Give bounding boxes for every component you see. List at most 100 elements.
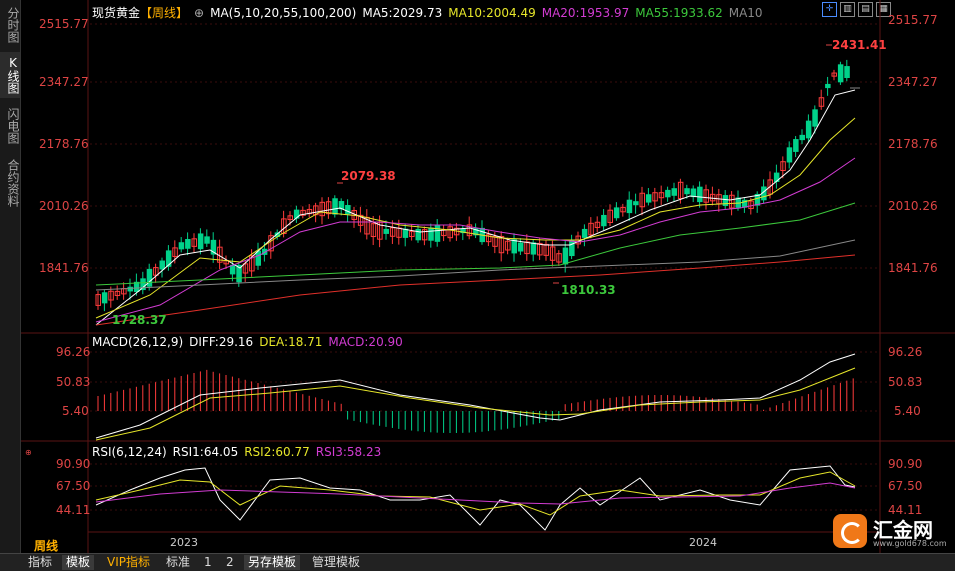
tab-vip-indicators[interactable]: VIP指标 <box>103 555 154 570</box>
macd-tick-right-1: 96.26 <box>888 345 923 359</box>
macd-tick-left-3: 5.40 <box>62 404 89 418</box>
y-tick-left-5: 1841.76 <box>39 261 89 275</box>
rsi-tick-left-3: 44.11 <box>56 503 91 517</box>
macd-tick-left-2: 50.83 <box>56 375 91 389</box>
ma-lines <box>95 89 856 326</box>
candle-body <box>345 205 351 215</box>
candle-body <box>690 188 697 198</box>
candle-body <box>581 228 588 238</box>
tab-flash[interactable]: 闪电图 <box>0 104 20 148</box>
y-tick-left-4: 2010.26 <box>39 199 89 213</box>
tab-indicators[interactable]: 指标 <box>24 555 56 570</box>
candle-body <box>786 147 793 163</box>
y-tick-right-2: 2347.27 <box>888 75 938 89</box>
candle-body <box>255 250 261 266</box>
rsi2-value: RSI2:60.77 <box>244 445 310 459</box>
rsi-title: RSI(6,12,24) <box>92 445 167 459</box>
tab-contract[interactable]: 合约资料 <box>0 154 20 212</box>
macd-title: MACD(26,12,9) <box>92 335 184 349</box>
tab-timeshare[interactable]: 分时图 <box>0 4 20 46</box>
candle-body <box>402 228 409 238</box>
candle-body <box>837 64 844 83</box>
rsi-settings-icon[interactable]: ⊕ <box>25 448 32 457</box>
candle-body <box>613 207 620 219</box>
candle-body <box>428 227 434 241</box>
macd-tick-right-2: 50.83 <box>888 375 923 389</box>
candle-body <box>633 201 639 206</box>
ma55-line <box>95 202 856 286</box>
manage-template-button[interactable]: 管理模板 <box>308 555 364 570</box>
candle-body <box>793 139 799 152</box>
ma200-line <box>95 254 856 326</box>
macd-tick-left-1: 96.26 <box>56 345 91 359</box>
logo-url: www.gold678.com <box>873 539 947 548</box>
tab-2[interactable]: 2 <box>222 555 238 570</box>
save-template-button[interactable]: 另存模板 <box>244 555 301 570</box>
candle-body <box>665 189 671 198</box>
tab-1[interactable]: 1 <box>200 555 216 570</box>
candle-body <box>511 239 517 254</box>
period-selector[interactable]: 周线 <box>34 537 58 554</box>
candle-body <box>517 242 524 252</box>
tab-kline[interactable]: K线图 <box>0 52 20 98</box>
candle-body <box>185 238 191 249</box>
candle-body <box>671 188 677 196</box>
y-tick-left-2: 2347.27 <box>39 75 89 89</box>
candle-body <box>383 228 389 234</box>
candle-body <box>530 242 537 255</box>
tab-standard[interactable]: 标准 <box>162 555 194 570</box>
rsi-header: RSI(6,12,24) RSI1:64.05 RSI2:60.77 RSI3:58.… <box>92 445 387 459</box>
ma20-line <box>95 157 856 323</box>
y-tick-right-4: 2010.26 <box>888 199 938 213</box>
mid-high-annotation: 2079.38 <box>341 169 396 183</box>
candle-body <box>799 134 805 141</box>
candle-body <box>825 83 831 89</box>
candle-body <box>805 120 812 139</box>
y-tick-left-1: 2515.77 <box>39 17 89 31</box>
rsi-lines <box>95 465 856 531</box>
y-tick-right-1: 2515.77 <box>888 13 938 27</box>
y-tick-left-3: 2178.76 <box>39 137 89 151</box>
candle-body <box>229 264 236 275</box>
candle-body <box>697 186 703 203</box>
candle-body <box>844 66 850 78</box>
y-tick-right-3: 2178.76 <box>888 137 938 151</box>
candle-body <box>434 225 441 242</box>
kline-chart[interactable] <box>21 0 955 553</box>
candle-body <box>197 233 204 250</box>
candlesticks <box>95 59 850 312</box>
rsi3-value: RSI3:58.23 <box>315 445 382 459</box>
x-label-2024: 2024 <box>689 536 717 549</box>
macd-header: MACD(26,12,9) DIFF:29.16 DEA:18.71 MACD:20.… <box>92 335 409 349</box>
candle-body <box>562 247 569 265</box>
rsi-tick-left-2: 67.50 <box>56 479 91 493</box>
candle-body <box>684 188 690 195</box>
macd-value: MACD:20.90 <box>328 335 403 349</box>
bottom-toolbar: 指标 模板 VIP指标 标准 1 2 另存模板 管理模板 <box>0 553 955 571</box>
rsi-tick-left-1: 90.90 <box>56 457 91 471</box>
rsi-tick-right-2: 67.50 <box>888 479 923 493</box>
rsi1-value: RSI1:64.05 <box>172 445 239 459</box>
y-tick-right-5: 1841.76 <box>888 261 938 275</box>
rsi-tick-right-1: 90.90 <box>888 457 923 471</box>
ma10-line <box>95 117 856 319</box>
candle-body <box>178 242 185 250</box>
macd-histogram <box>97 369 854 433</box>
high-annotation: 2431.41 <box>832 38 887 52</box>
candle-body <box>159 260 165 270</box>
candle-body <box>601 214 607 227</box>
candle-body <box>204 236 210 244</box>
candle-body <box>812 109 818 127</box>
sidebar: 分时图 K线图 闪电图 合约资料 <box>0 0 21 553</box>
x-label-2023: 2023 <box>170 536 198 549</box>
candle-body <box>101 292 108 304</box>
candle-body <box>133 281 140 293</box>
macd-dea: DEA:18.71 <box>259 335 323 349</box>
low-annotation: 1728.37 <box>112 313 167 327</box>
logo-icon <box>833 514 867 548</box>
macd-diff: DIFF:29.16 <box>189 335 254 349</box>
macd-tick-right-3: 5.40 <box>894 404 921 418</box>
tab-templates[interactable]: 模板 <box>62 555 95 570</box>
logo: 汇金网 www.gold678.com <box>833 514 951 550</box>
candle-body <box>645 194 652 203</box>
